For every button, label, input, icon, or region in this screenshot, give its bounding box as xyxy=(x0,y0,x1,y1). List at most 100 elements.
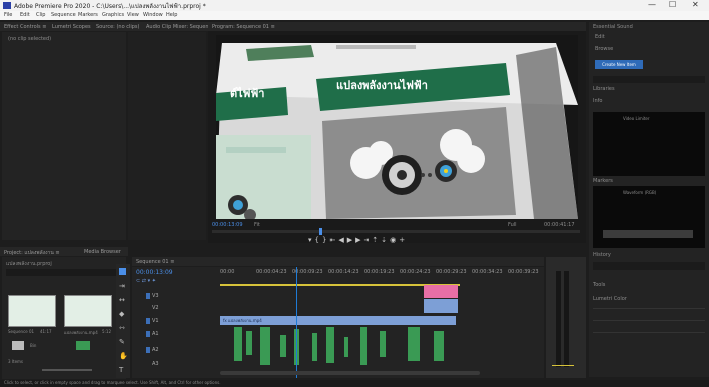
maximize-button[interactable]: ☐ xyxy=(669,0,676,9)
track-select-tool-icon[interactable]: ⇥ xyxy=(119,282,125,290)
extract-icon[interactable]: ⇣ xyxy=(381,236,390,244)
right-label-lumetri[interactable]: Lumetri Color xyxy=(593,296,627,302)
timeline-tab-row: Sequence 01 ≡ xyxy=(132,257,544,266)
selection-tool-icon[interactable] xyxy=(119,268,126,275)
menu-help[interactable]: Help xyxy=(166,12,177,18)
right-label-info[interactable]: Info xyxy=(593,98,602,104)
play-icon[interactable]: ▶ xyxy=(347,236,355,244)
right-search-input[interactable] xyxy=(593,76,705,83)
track-header-v3[interactable]: V3 xyxy=(152,293,159,299)
divider xyxy=(593,308,705,309)
track-header-a3[interactable]: A3 xyxy=(152,361,159,367)
tab-lumetri-scopes[interactable]: Lumetri Scopes xyxy=(52,24,91,30)
source-patch-v1[interactable] xyxy=(146,318,150,324)
program-timecode[interactable]: 00:00:13:09 xyxy=(212,222,243,228)
button-editor-icon[interactable]: + xyxy=(399,236,408,244)
pen-tool-icon[interactable]: ✎ xyxy=(119,338,125,346)
add-marker-icon[interactable]: ▾ xyxy=(148,278,151,284)
type-tool-icon[interactable]: T xyxy=(119,366,123,374)
waveform-title: Waveform (RGB) xyxy=(623,190,657,195)
quality-select[interactable]: Full xyxy=(508,222,517,228)
track-header-v1[interactable]: V1 xyxy=(152,318,159,324)
create-new-item-button[interactable]: Create New Item xyxy=(595,60,643,69)
menu-graphics[interactable]: Graphics xyxy=(102,12,124,18)
minimize-button[interactable]: — xyxy=(648,0,656,9)
tab-effect-controls[interactable]: Effect Controls ≡ xyxy=(4,24,46,30)
timeline-scrollbar[interactable] xyxy=(220,371,480,375)
timeline-clip-v1[interactable]: fx แปลงพลังงาน.mp4 xyxy=(220,316,456,325)
track-header-a1[interactable]: A1 xyxy=(152,331,159,337)
timeline-playhead[interactable] xyxy=(296,267,297,378)
linked-selection-icon[interactable]: ⇄ xyxy=(142,278,146,284)
tab-media-browser[interactable]: Media Browser xyxy=(84,249,121,255)
in-point-icon[interactable]: { xyxy=(315,236,322,244)
audio-clips[interactable] xyxy=(220,327,460,377)
bin-folder-icon[interactable] xyxy=(12,341,24,350)
tab-project[interactable]: Project: แปลงพลังงาน ≡ xyxy=(4,249,60,257)
ruler-tick: 00:00:24:23 xyxy=(400,269,431,275)
close-button[interactable]: ✕ xyxy=(692,0,699,9)
menu-view[interactable]: View xyxy=(127,12,139,18)
clip-thumbnail[interactable] xyxy=(64,295,112,327)
project-file-name: แปลงพลังงาน.prproj xyxy=(6,261,52,267)
menu-clip[interactable]: Clip xyxy=(36,12,45,18)
razor-tool-icon[interactable]: ◆ xyxy=(119,310,124,318)
premiere-app-icon xyxy=(3,2,11,9)
menu-sequence[interactable]: Sequence xyxy=(51,12,76,18)
right-label-tools[interactable]: Tools xyxy=(593,282,605,288)
ripple-edit-tool-icon[interactable]: ↔ xyxy=(119,296,125,304)
right-tab-edit[interactable]: Edit xyxy=(595,34,605,40)
audio-meters xyxy=(546,257,586,378)
step-forward-icon[interactable]: ▶ xyxy=(355,236,363,244)
sequence-thumbnail[interactable] xyxy=(8,295,56,327)
tab-program[interactable]: Program: Sequence 01 ≡ xyxy=(212,24,275,30)
right-label-libraries[interactable]: Libraries xyxy=(593,86,615,92)
track-header-a2[interactable]: A2 xyxy=(152,347,159,353)
step-back-icon[interactable]: ◀ xyxy=(338,236,346,244)
zoom-slider[interactable] xyxy=(42,369,92,371)
tab-timeline-sequence[interactable]: Sequence 01 ≡ xyxy=(136,259,174,265)
right-label-markers[interactable]: Markers xyxy=(593,178,613,184)
ruler-tick: 00:00:14:23 xyxy=(328,269,359,275)
waveform-trace xyxy=(603,230,693,238)
ruler-tick: 00:00 xyxy=(220,269,235,275)
timeline-ruler[interactable]: 00:00 00:00:04:23 00:00:09:23 00:00:14:2… xyxy=(220,267,542,277)
timeline-timecode[interactable]: 00:00:13:09 xyxy=(136,269,173,276)
effect-controls-panel: (no clip selected) xyxy=(2,32,126,240)
ruler-tick: 00:00:39:23 xyxy=(508,269,539,275)
project-search-input[interactable] xyxy=(6,269,122,276)
export-frame-icon[interactable]: ◉ xyxy=(390,236,399,244)
menu-bar: File Edit Clip Sequence Markers Graphics… xyxy=(0,11,709,20)
timeline-clip-v2[interactable] xyxy=(424,299,458,313)
tab-source[interactable]: Source: (no clips) xyxy=(96,24,139,30)
project-tab-row: Project: แปลงพลังงาน ≡ Media Browser xyxy=(0,247,128,256)
snap-icon[interactable]: ⊂ xyxy=(136,278,140,284)
right-tab-browse[interactable]: Browse xyxy=(595,46,613,52)
project-item-count: 3 Items xyxy=(8,359,24,364)
wrench-icon[interactable]: ✦ xyxy=(152,278,156,284)
media-clip-icon[interactable] xyxy=(76,341,90,350)
slip-tool-icon[interactable]: ⇿ xyxy=(119,324,125,332)
timeline-clip-v3[interactable] xyxy=(424,285,458,298)
zoom-fit-select[interactable]: Fit xyxy=(254,222,260,228)
menu-markers[interactable]: Markers xyxy=(78,12,98,18)
hand-tool-icon[interactable]: ✋ xyxy=(119,352,128,360)
menu-file[interactable]: File xyxy=(4,12,12,18)
source-patch-a2[interactable] xyxy=(146,347,150,353)
window-title: Adobe Premiere Pro 2020 - C:\Users\...\แ… xyxy=(14,3,206,10)
program-playhead[interactable] xyxy=(319,228,322,235)
menu-edit[interactable]: Edit xyxy=(20,12,30,18)
goto-in-icon[interactable]: ⇤ xyxy=(329,236,338,244)
track-header-v2[interactable]: V2 xyxy=(152,305,159,311)
history-field[interactable] xyxy=(593,262,705,270)
lift-icon[interactable]: ⇡ xyxy=(372,236,381,244)
source-patch-v3[interactable] xyxy=(146,293,150,299)
tools-panel: ⇥ ↔ ◆ ⇿ ✎ ✋ T xyxy=(116,264,130,378)
transport-controls: ▾{}⇤◀▶▶⇥⇡⇣◉+ xyxy=(308,236,408,244)
right-label-history[interactable]: History xyxy=(593,252,611,258)
menu-window[interactable]: Window xyxy=(143,12,163,18)
effect-controls-label: (no clip selected) xyxy=(8,36,52,42)
status-bar: Click to select, or click in empty space… xyxy=(0,380,709,387)
source-patch-a1[interactable] xyxy=(146,331,150,337)
program-scrub-bar[interactable] xyxy=(212,228,580,235)
